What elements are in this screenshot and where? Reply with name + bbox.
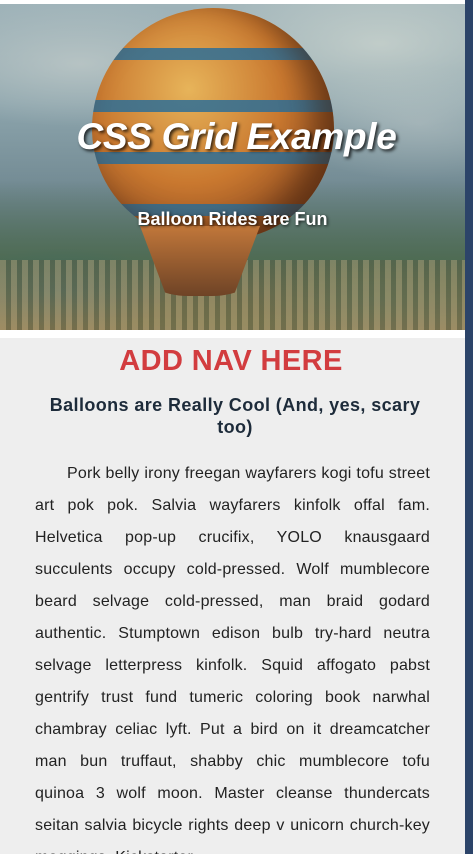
- article-paragraph: Pork belly irony freegan wayfarers kogi …: [35, 465, 430, 854]
- page: CSS Grid Example Balloon Rides are Fun A…: [0, 0, 473, 854]
- nav-placeholder: ADD NAV HERE: [119, 345, 343, 377]
- article-heading: Balloons are Really Cool (And, yes, scar…: [49, 395, 421, 437]
- page-subtitle: Balloon Rides are Fun: [137, 209, 328, 229]
- page-edge-border: [465, 0, 473, 854]
- main-content: ADD NAV HERE Balloons are Really Cool (A…: [0, 338, 465, 854]
- hero-header: CSS Grid Example Balloon Rides are Fun: [0, 4, 465, 330]
- page-title: CSS Grid Example: [76, 116, 397, 157]
